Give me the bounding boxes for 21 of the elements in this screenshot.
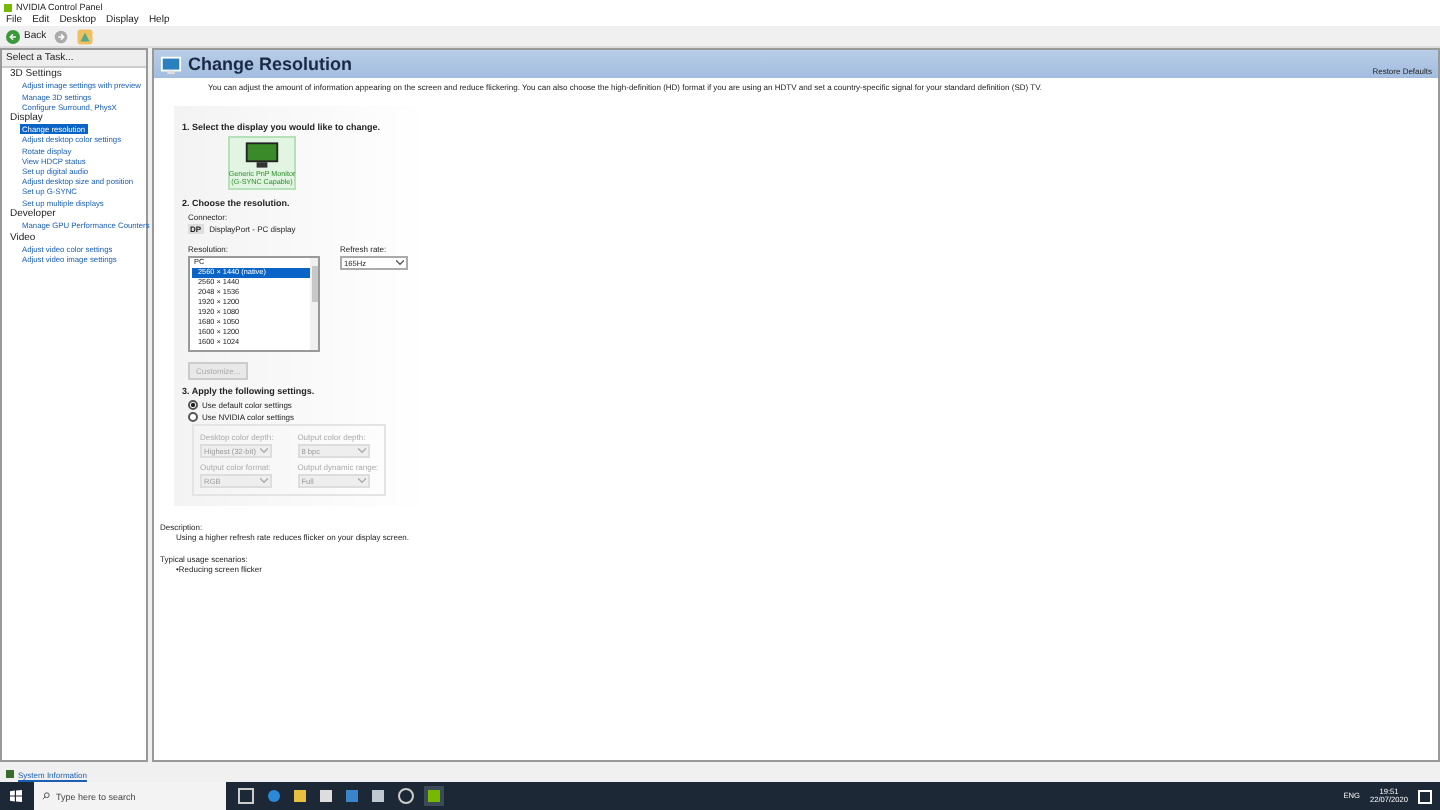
radio-button[interactable]	[188, 412, 198, 422]
radio-button[interactable]	[188, 400, 198, 410]
search-icon	[42, 792, 50, 800]
forward-icon[interactable]	[54, 29, 69, 43]
home-icon[interactable]	[76, 27, 95, 45]
task-view-icon[interactable]	[238, 788, 254, 804]
back-arrow-icon	[6, 29, 20, 43]
caret-icon	[357, 448, 366, 454]
page-title: Change Resolution	[188, 54, 355, 74]
display-icon	[160, 53, 182, 75]
caret-icon	[396, 260, 404, 266]
caret-icon	[357, 478, 366, 484]
scrollbar[interactable]	[310, 258, 318, 350]
browser-icon[interactable]	[268, 790, 280, 802]
caret-icon	[260, 478, 268, 484]
start-icon[interactable]	[10, 790, 22, 802]
info-icon	[6, 770, 14, 778]
notification-icon[interactable]	[1418, 789, 1432, 803]
app-icon	[4, 3, 12, 11]
monitor-icon	[244, 140, 280, 170]
caret-icon	[260, 448, 268, 454]
